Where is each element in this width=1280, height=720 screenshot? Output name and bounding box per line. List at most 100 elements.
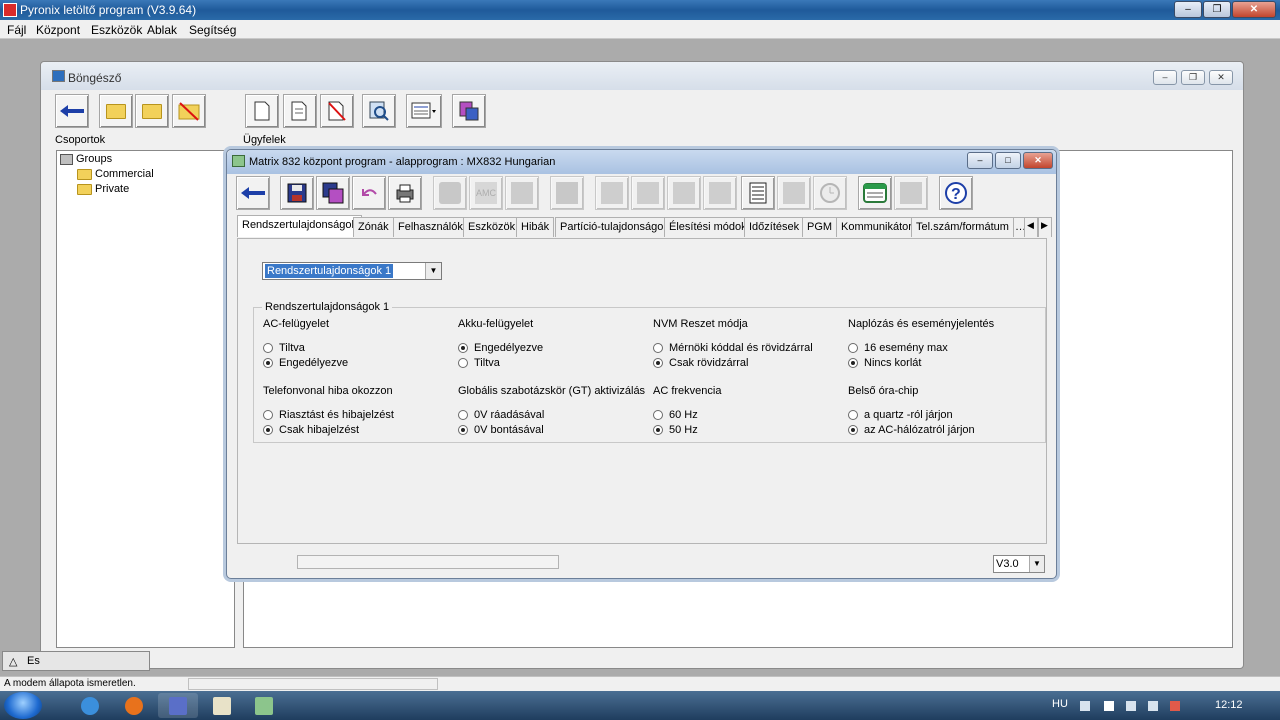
tab-communicator[interactable]: Kommunikátor xyxy=(836,217,917,237)
matrix-minimize-button[interactable]: – xyxy=(967,152,993,169)
tab-faults[interactable]: Hibák xyxy=(516,217,555,237)
help-tray-icon[interactable] xyxy=(1080,701,1090,711)
radio-nvm-engineer-code[interactable]: Mérnöki kóddal és rövidzárral xyxy=(653,342,813,354)
download-page-button[interactable] xyxy=(703,176,737,210)
upload-all-button[interactable] xyxy=(595,176,629,210)
matrix-close-button[interactable]: ✕ xyxy=(1023,152,1053,169)
upload-page-button[interactable] xyxy=(667,176,701,210)
radio-battery-disabled[interactable]: Tiltva xyxy=(458,357,500,369)
menu-help[interactable]: Segítség xyxy=(189,23,236,37)
tab-arming-modes[interactable]: Élesítési módok xyxy=(664,217,752,237)
heading-global-tamper: Globális szabotázskör (GT) aktivizálás xyxy=(458,385,646,397)
open-group-button[interactable] xyxy=(135,94,169,128)
chevron-down-icon[interactable]: ▼ xyxy=(1029,556,1044,572)
browser-minimize-button[interactable]: – xyxy=(1153,70,1177,85)
matrix-back-button[interactable] xyxy=(236,176,270,210)
delete-group-button[interactable] xyxy=(172,94,206,128)
radio-clock-ac[interactable]: az AC-hálózatról járjon xyxy=(848,424,975,436)
back-button[interactable] xyxy=(55,94,89,128)
close-button[interactable]: ✕ xyxy=(1232,1,1276,18)
volume-icon[interactable] xyxy=(1170,701,1180,711)
radio-clock-quartz[interactable]: a quartz -ról járjon xyxy=(848,409,953,421)
radio-freq-60hz[interactable]: 60 Hz xyxy=(653,409,698,421)
tab-timers[interactable]: Időzítések xyxy=(744,217,805,237)
clock-button[interactable] xyxy=(813,176,847,210)
menu-control-panel[interactable]: Központ xyxy=(36,23,80,37)
tab-users[interactable]: Felhasználók xyxy=(393,217,468,237)
radio-fault-only[interactable]: Csak hibajelzést xyxy=(263,424,359,436)
group-title: Rendszertulajdonságok 1 xyxy=(262,301,393,313)
delete-client-button[interactable] xyxy=(320,94,354,128)
radio-tamper-0v-apply[interactable]: 0V ráadásával xyxy=(458,409,544,421)
minimize-button[interactable]: – xyxy=(1174,1,1202,18)
dial-button[interactable] xyxy=(550,176,584,210)
radio-battery-enabled[interactable]: Engedélyezve xyxy=(458,342,543,354)
tab-scroll-right-button[interactable]: ▶ xyxy=(1038,217,1052,237)
tab-system-properties[interactable]: Rendszertulajdonságok xyxy=(237,215,362,237)
tab-scroll-left-button[interactable]: ◀ xyxy=(1024,217,1038,237)
radio-ac-disabled[interactable]: Tiltva xyxy=(263,342,305,354)
taskbar-matrix[interactable] xyxy=(244,693,284,718)
undo-button[interactable] xyxy=(352,176,386,210)
log-button[interactable] xyxy=(741,176,775,210)
radio-ac-enabled[interactable]: Engedélyezve xyxy=(263,357,348,369)
printer-icon xyxy=(396,184,414,203)
version-select[interactable]: V3.0 ▼ xyxy=(993,555,1045,573)
chevron-down-icon[interactable]: ▼ xyxy=(425,263,441,279)
help-button[interactable]: ? xyxy=(939,176,973,210)
start-button[interactable] xyxy=(4,692,42,719)
download-page-icon xyxy=(709,182,731,204)
language-indicator[interactable]: HU xyxy=(1052,698,1068,710)
radio-log-16-max[interactable]: 16 esemény max xyxy=(848,342,948,354)
monitor-icon[interactable] xyxy=(1126,701,1136,711)
menu-window[interactable]: Ablak xyxy=(147,23,177,37)
delete-folder-icon xyxy=(178,102,200,121)
taskbar-explorer[interactable] xyxy=(202,693,242,718)
tab-devices[interactable]: Eszközök xyxy=(463,217,521,237)
taskbar-firefox[interactable] xyxy=(114,693,154,718)
settings-group: Rendszertulajdonságok 1 AC-felügyelet Ak… xyxy=(253,301,1046,443)
send-button[interactable] xyxy=(433,176,467,210)
menu-tools[interactable]: Eszközök xyxy=(91,23,142,37)
tab-zones[interactable]: Zónák xyxy=(353,217,394,237)
radio-alarm-and-fault[interactable]: Riasztást és hibajelzést xyxy=(263,409,394,421)
download-all-button[interactable] xyxy=(631,176,665,210)
browser-restore-button[interactable]: ❐ xyxy=(1181,70,1205,85)
search-client-button[interactable] xyxy=(362,94,396,128)
tab-phone-format[interactable]: Tel.szám/formátum xyxy=(911,217,1014,237)
matrix-maximize-button[interactable]: □ xyxy=(995,152,1021,169)
tree-item-commercial[interactable]: Commercial xyxy=(77,168,154,180)
calendar-icon xyxy=(863,183,887,203)
radio-nvm-jumper-only[interactable]: Csak rövidzárral xyxy=(653,357,748,369)
transfer-button[interactable] xyxy=(505,176,539,210)
clock[interactable]: 12:12 xyxy=(1215,699,1243,711)
library-button[interactable] xyxy=(894,176,928,210)
taskbar-pyronix[interactable] xyxy=(158,693,198,718)
print-button[interactable] xyxy=(388,176,422,210)
new-group-button[interactable] xyxy=(99,94,133,128)
restore-button[interactable]: ❐ xyxy=(1203,1,1231,18)
properties-page-select[interactable]: Rendszertulajdonságok 1 ▼ xyxy=(262,262,442,280)
radio-tamper-0v-break[interactable]: 0V bontásával xyxy=(458,424,544,436)
tab-partition-properties[interactable]: Partíció-tulajdonságok xyxy=(555,217,674,237)
network-icon[interactable] xyxy=(1148,701,1158,711)
flag-icon[interactable] xyxy=(1104,701,1114,711)
calendar-button[interactable] xyxy=(858,176,892,210)
connect-client-button[interactable] xyxy=(452,94,486,128)
tree-item-groups[interactable]: Groups xyxy=(60,153,112,165)
tab-pgm[interactable]: PGM xyxy=(802,217,838,237)
view-options-button[interactable] xyxy=(406,94,442,128)
save-as-button[interactable] xyxy=(316,176,350,210)
browser-close-button[interactable]: ✕ xyxy=(1209,70,1233,85)
radio-log-unlimited[interactable]: Nincs korlát xyxy=(848,357,921,369)
compare-button[interactable] xyxy=(777,176,811,210)
taskbar-ie[interactable] xyxy=(70,693,110,718)
menu-file[interactable]: Fájl xyxy=(7,23,26,37)
browser-bottom-tab[interactable]: △ Es xyxy=(2,651,150,671)
amc-button[interactable]: AMC xyxy=(469,176,503,210)
new-client-button[interactable] xyxy=(245,94,279,128)
save-button[interactable] xyxy=(280,176,314,210)
tree-item-private[interactable]: Private xyxy=(77,183,129,195)
edit-client-button[interactable] xyxy=(283,94,317,128)
radio-freq-50hz[interactable]: 50 Hz xyxy=(653,424,698,436)
